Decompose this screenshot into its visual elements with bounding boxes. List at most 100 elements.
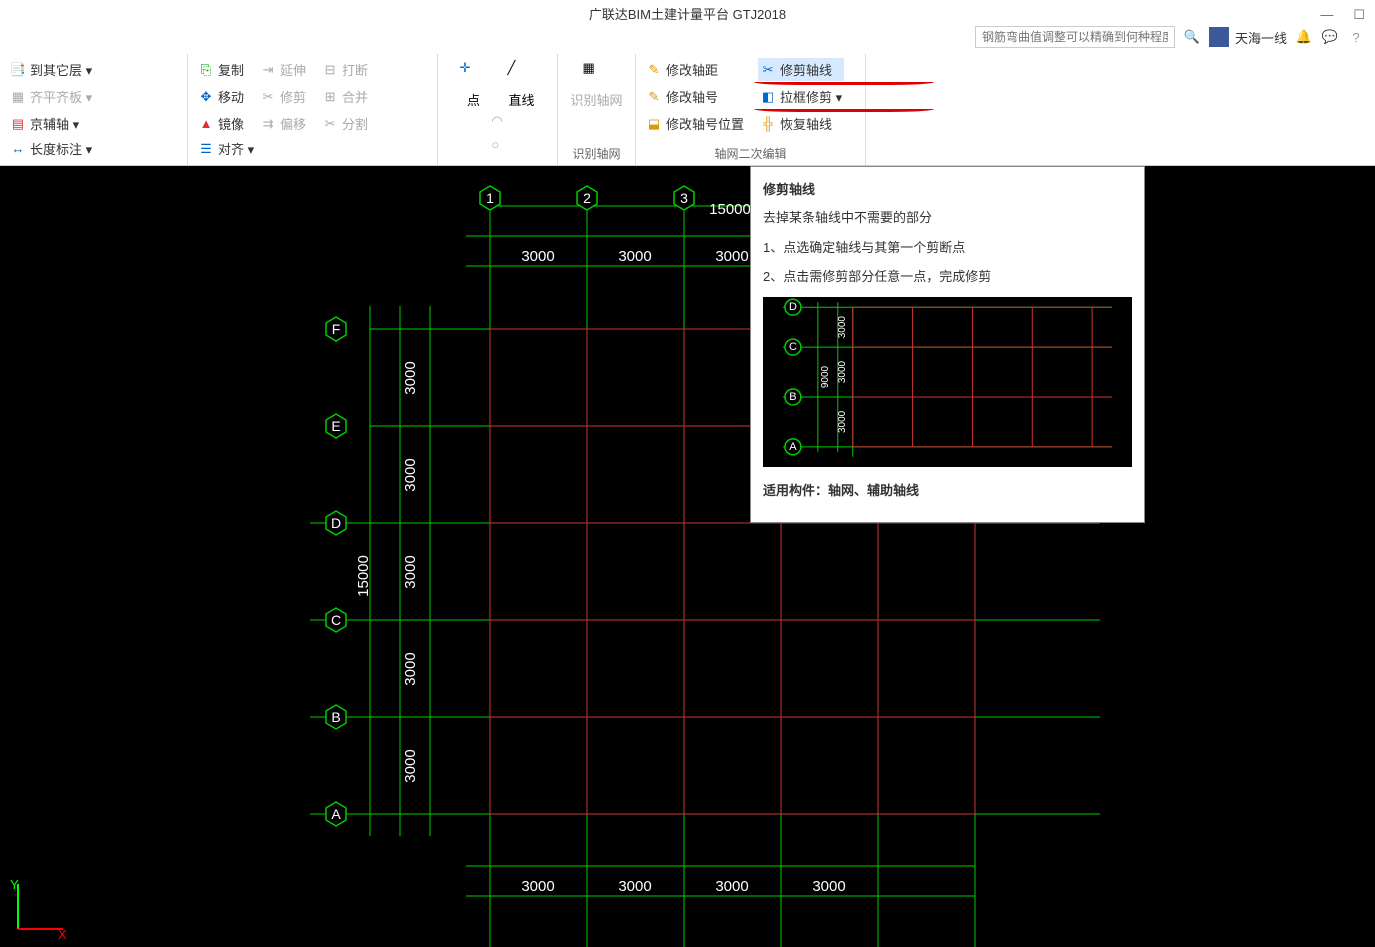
- svg-text:3000: 3000: [715, 248, 748, 265]
- line-button[interactable]: ╱直线: [504, 58, 540, 111]
- svg-text:X: X: [58, 927, 67, 939]
- svg-text:3000: 3000: [402, 361, 419, 394]
- bell-icon[interactable]: 🔔: [1295, 28, 1313, 46]
- svg-text:1: 1: [486, 190, 494, 206]
- to-other-layer-button[interactable]: 📑到其它层 ▾: [8, 58, 94, 81]
- grid-icon: ▦: [582, 60, 610, 88]
- mirror-button[interactable]: ▲镜像: [196, 112, 246, 135]
- merge-button[interactable]: ⊞合并: [320, 85, 370, 108]
- svg-text:2: 2: [583, 190, 591, 206]
- circle-icon[interactable]: ○: [491, 137, 503, 152]
- ribbon-group-modify: ⎘复制 ✥移动 ▲镜像 ⇥延伸 ✂修剪 ⇉偏移 ⊟打断 ⊞合并 ✂分割 ☰对齐 …: [188, 54, 438, 165]
- row-bubble-e: E: [326, 414, 346, 438]
- point-button[interactable]: ✛点: [456, 58, 492, 111]
- grid-svg: 15000 3000 3000 3000 3000 3000 3000 3000…: [0, 166, 1375, 947]
- ribbon: 📑到其它层 ▾ ▦齐平齐板 ▾ ▤京辅轴 ▾ ↔长度标注 ▾ 💾图元存盘 ▾ ▼…: [0, 54, 1375, 166]
- tooltip-panel: 修剪轴线 去掉某条轴线中不需要的部分 1、点选确定轴线与其第一个剪断点 2、点击…: [750, 166, 1145, 523]
- axis-icon: ▤: [10, 116, 26, 132]
- mod-axis-num-button[interactable]: ✎修改轴号: [644, 85, 746, 108]
- ribbon-group-draw: ✛点 ╱直线 ◠ ○ ▭ 绘图 ▾: [438, 54, 558, 165]
- svg-text:C: C: [331, 612, 341, 628]
- col-bubble-2: 2: [577, 186, 597, 210]
- split-icon: ✂: [322, 116, 338, 132]
- row-bubble-d: D: [326, 511, 346, 535]
- svg-text:3000: 3000: [402, 652, 419, 685]
- tooltip-title: 修剪轴线: [763, 179, 1132, 198]
- svg-text:3000: 3000: [837, 360, 848, 383]
- extend-button[interactable]: ⇥延伸: [258, 58, 308, 81]
- svg-text:3000: 3000: [837, 410, 848, 433]
- search-bar: 🔍 天海一线 🔔 💬 ?: [975, 26, 1365, 48]
- chat-icon[interactable]: 💬: [1321, 28, 1339, 46]
- search-input[interactable]: [975, 26, 1175, 48]
- tooltip-applies: 适用构件：轴网、辅助轴线: [763, 481, 1132, 501]
- tooltip-preview: A B C D 9000 3000 3000 3000: [763, 297, 1132, 467]
- col-span-dim: 15000: [709, 201, 751, 218]
- svg-text:15000: 15000: [355, 555, 372, 597]
- tooltip-step1: 1、点选确定轴线与其第一个剪断点: [763, 238, 1132, 258]
- search-icon[interactable]: 🔍: [1183, 28, 1201, 46]
- arc-icon[interactable]: ◠: [491, 113, 503, 129]
- point-icon: ✛: [460, 60, 488, 88]
- align-button[interactable]: ☰对齐 ▾: [196, 137, 256, 160]
- trim-axis-button[interactable]: ✂修剪轴线: [758, 58, 844, 81]
- svg-text:E: E: [331, 418, 340, 434]
- svg-text:3000: 3000: [618, 248, 651, 265]
- svg-text:3000: 3000: [521, 248, 554, 265]
- extend-icon: ⇥: [260, 62, 276, 78]
- layers-icon: 📑: [10, 62, 26, 78]
- ribbon-group-ops: 📑到其它层 ▾ ▦齐平齐板 ▾ ▤京辅轴 ▾ ↔长度标注 ▾ 💾图元存盘 ▾ ▼…: [0, 54, 188, 165]
- svg-text:F: F: [332, 321, 341, 337]
- ribbon-group-identify: ▦识别轴网 识别轴网: [558, 54, 636, 165]
- ribbon-group-grid-edit: ✎修改轴距 ✎修改轴号 ⬓修改轴号位置 ✂修剪轴线 ◧拉框修剪 ▾ ╬恢复轴线 …: [636, 54, 866, 165]
- level-board-button[interactable]: ▦齐平齐板 ▾: [8, 85, 94, 108]
- axis-origin-icon: Y X: [8, 879, 68, 939]
- edit-icon: ✎: [646, 62, 662, 78]
- line-icon: ╱: [508, 60, 536, 88]
- svg-text:D: D: [331, 515, 341, 531]
- svg-text:C: C: [789, 341, 797, 353]
- svg-text:A: A: [331, 806, 341, 822]
- aux-axis-button[interactable]: ▤京辅轴 ▾: [8, 112, 94, 135]
- help-icon[interactable]: ?: [1347, 28, 1365, 46]
- mod-axis-pos-button[interactable]: ⬓修改轴号位置: [644, 112, 746, 135]
- trim-button[interactable]: ✂修剪: [258, 85, 308, 108]
- edit-icon: ✎: [646, 89, 662, 105]
- avatar: [1209, 27, 1229, 47]
- svg-text:3000: 3000: [837, 315, 848, 338]
- offset-icon: ⇉: [260, 116, 276, 132]
- app-title: 广联达BIM土建计量平台 GTJ2018: [589, 7, 786, 22]
- group-identify-label: 识别轴网: [566, 142, 627, 165]
- trim-icon: ✂: [260, 89, 276, 105]
- identify-grid-button[interactable]: ▦识别轴网: [566, 58, 626, 111]
- break-button[interactable]: ⊟打断: [320, 58, 370, 81]
- split-button[interactable]: ✂分割: [320, 112, 370, 135]
- svg-text:3: 3: [680, 190, 688, 206]
- col-bubble-3: 3: [674, 186, 694, 210]
- svg-text:9000: 9000: [820, 365, 831, 388]
- mod-axis-dist-button[interactable]: ✎修改轴距: [644, 58, 746, 81]
- row-bubble-a: A: [326, 802, 346, 826]
- svg-text:D: D: [789, 301, 797, 313]
- tooltip-step2: 2、点击需修剪部分任意一点，完成修剪: [763, 267, 1132, 287]
- scissors-icon: ✂: [760, 62, 776, 78]
- move-button[interactable]: ✥移动: [196, 85, 246, 108]
- align-icon: ☰: [198, 141, 214, 157]
- box-trim-button[interactable]: ◧拉框修剪 ▾: [758, 85, 844, 108]
- break-icon: ⊟: [322, 62, 338, 78]
- restore-axis-button[interactable]: ╬恢复轴线: [758, 112, 844, 135]
- row-bubble-c: C: [326, 608, 346, 632]
- merge-icon: ⊞: [322, 89, 338, 105]
- group-grid-edit-label: 轴网二次编辑: [644, 142, 857, 165]
- svg-text:3000: 3000: [402, 555, 419, 588]
- svg-text:B: B: [789, 390, 796, 402]
- user-name: 天海一线: [1235, 28, 1287, 47]
- box-icon: ◧: [760, 89, 776, 105]
- length-label-button[interactable]: ↔长度标注 ▾: [8, 137, 94, 160]
- offset-button[interactable]: ⇉偏移: [258, 112, 308, 135]
- move-icon: ✥: [198, 89, 214, 105]
- copy-button[interactable]: ⎘复制: [196, 58, 246, 81]
- svg-text:3000: 3000: [521, 878, 554, 895]
- drawing-canvas[interactable]: 15000 3000 3000 3000 3000 3000 3000 3000…: [0, 166, 1375, 947]
- user-info[interactable]: 天海一线: [1209, 27, 1287, 47]
